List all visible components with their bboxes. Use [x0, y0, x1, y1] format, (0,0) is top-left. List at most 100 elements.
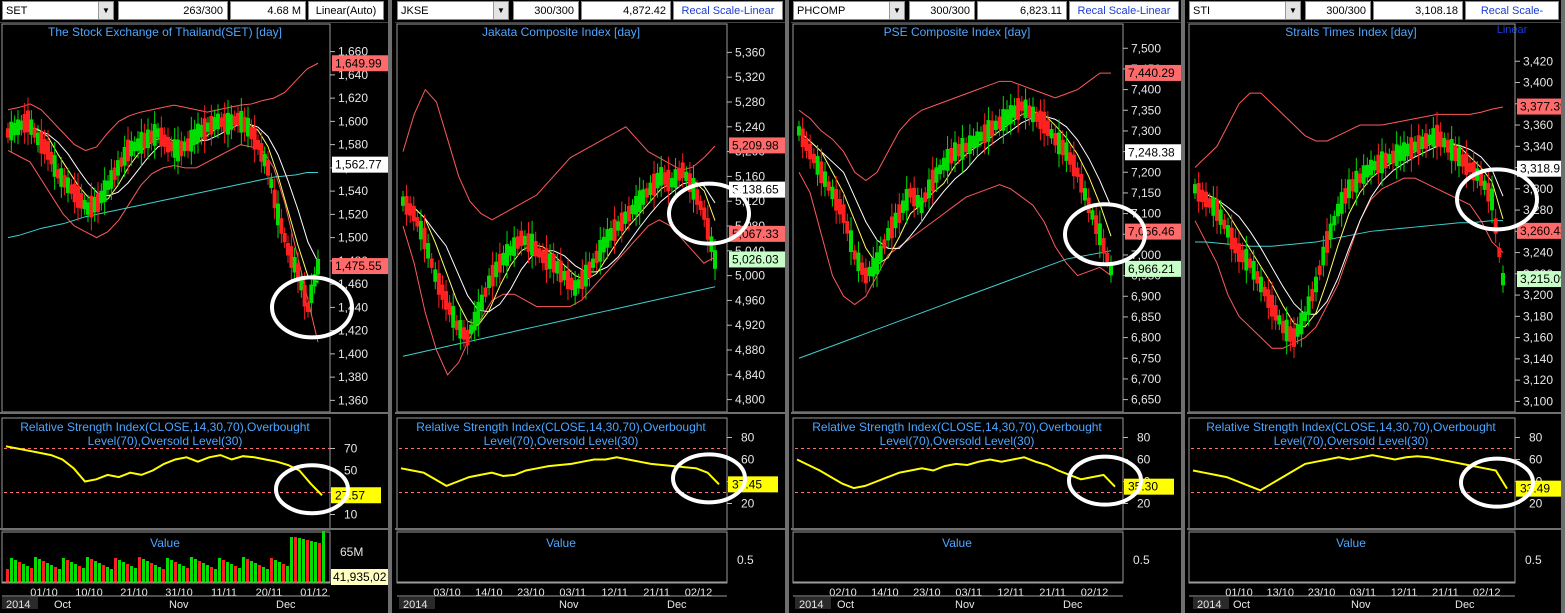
candle-up[interactable] — [938, 164, 943, 175]
candle-up[interactable] — [1339, 192, 1344, 214]
candle-up[interactable] — [1303, 311, 1307, 321]
candle-down[interactable] — [808, 143, 813, 160]
candle-down[interactable] — [1383, 152, 1388, 169]
candle-down[interactable] — [662, 172, 667, 185]
candle-down[interactable] — [677, 168, 682, 181]
candle-down[interactable] — [1045, 120, 1050, 136]
candle-up[interactable] — [960, 137, 965, 160]
candle-up[interactable] — [797, 126, 801, 136]
candle-down[interactable] — [497, 253, 502, 273]
candle-up[interactable] — [605, 229, 610, 248]
candle-up[interactable] — [1306, 296, 1311, 316]
candle-down[interactable] — [834, 188, 839, 211]
candle-up[interactable] — [1284, 319, 1289, 342]
candle-up[interactable] — [623, 211, 628, 224]
candle-up[interactable] — [1431, 128, 1436, 147]
candle-down[interactable] — [612, 219, 617, 241]
pane-divider[interactable] — [395, 528, 785, 530]
candle-up[interactable] — [1277, 315, 1282, 325]
candle-up[interactable] — [1501, 272, 1505, 286]
candle-down[interactable] — [266, 160, 270, 176]
candle-down[interactable] — [436, 273, 441, 295]
candle-up[interactable] — [934, 167, 939, 183]
candle-down[interactable] — [526, 233, 531, 252]
candle-up[interactable] — [941, 157, 946, 171]
candle-down[interactable] — [897, 204, 902, 223]
candle-up[interactable] — [472, 311, 477, 331]
candle-down[interactable] — [440, 284, 445, 300]
candle-down[interactable] — [908, 188, 913, 198]
candle-down[interactable] — [1101, 238, 1106, 254]
candle-down[interactable] — [1438, 131, 1443, 147]
candle-down[interactable] — [1094, 215, 1099, 234]
pane-divider[interactable] — [1187, 528, 1561, 530]
candle-down[interactable] — [1027, 105, 1032, 118]
candle-down[interactable] — [483, 287, 488, 297]
candle-up[interactable] — [867, 266, 872, 277]
candle-up[interactable] — [979, 131, 983, 142]
candle-up[interactable] — [1226, 225, 1230, 238]
candle-down[interactable] — [1237, 243, 1241, 262]
candle-up[interactable] — [494, 261, 499, 278]
candle-up[interactable] — [904, 188, 909, 211]
candle-down[interactable] — [282, 232, 287, 243]
candle-up[interactable] — [479, 294, 484, 311]
candle-up[interactable] — [1332, 216, 1337, 226]
candle-up[interactable] — [601, 236, 606, 253]
candle-down[interactable] — [644, 188, 649, 198]
candle-up[interactable] — [1244, 248, 1249, 271]
candle-down[interactable] — [1196, 183, 1201, 202]
candle-up[interactable] — [269, 178, 274, 189]
candle-down[interactable] — [819, 161, 824, 184]
candle-down[interactable] — [841, 204, 846, 223]
candle-up[interactable] — [476, 301, 481, 324]
candle-down[interactable] — [454, 320, 459, 330]
chart-canvas[interactable]: 7,5007,4507,4007,3507,3007,2507,2007,150… — [791, 0, 1181, 613]
candle-down[interactable] — [415, 217, 420, 227]
candle-up[interactable] — [1420, 136, 1425, 149]
candle-down[interactable] — [652, 173, 657, 196]
candle-up[interactable] — [655, 172, 660, 189]
candle-down[interactable] — [411, 205, 416, 222]
candle-down[interactable] — [1215, 199, 1219, 221]
candle-down[interactable] — [580, 270, 585, 290]
candle-down[interactable] — [1468, 162, 1472, 173]
candle-down[interactable] — [444, 291, 449, 310]
candle-down[interactable] — [1240, 249, 1245, 263]
candle-down[interactable] — [279, 218, 284, 234]
candle-up[interactable] — [1299, 312, 1304, 335]
candle-up[interactable] — [1347, 179, 1351, 199]
candle-down[interactable] — [519, 230, 524, 247]
candle-down[interactable] — [1376, 154, 1381, 174]
candle-up[interactable] — [915, 195, 920, 208]
candle-down[interactable] — [882, 239, 887, 249]
candle-up[interactable] — [975, 131, 980, 147]
candle-down[interactable] — [1288, 326, 1293, 342]
candle-down[interactable] — [515, 236, 520, 249]
candle-up[interactable] — [1372, 161, 1377, 171]
candle-up[interactable] — [426, 243, 431, 259]
candle-down[interactable] — [619, 212, 624, 232]
candle-up[interactable] — [823, 171, 827, 187]
chart-panel-sti[interactable]: STI ▼ 300/300 3,108.18 Recal Scale-Linear 3,4… — [1187, 0, 1565, 613]
candle-up[interactable] — [634, 196, 639, 215]
candle-down[interactable] — [1358, 173, 1362, 183]
candle-up[interactable] — [1259, 276, 1263, 293]
candle-up[interactable] — [418, 220, 423, 240]
candle-down[interactable] — [1222, 219, 1227, 229]
candle-down[interactable] — [964, 142, 969, 153]
candle-up[interactable] — [512, 237, 517, 256]
candle-up[interactable] — [1012, 105, 1017, 118]
candle-up[interactable] — [1005, 109, 1009, 125]
candle-up[interactable] — [1354, 170, 1359, 193]
candle-down[interactable] — [1273, 305, 1278, 321]
candle-down[interactable] — [852, 250, 857, 260]
chart-canvas[interactable]: 3,4203,4003,3803,3603,3403,3203,3003,280… — [1187, 0, 1561, 613]
candle-down[interactable] — [1060, 139, 1065, 156]
candle-up[interactable] — [1365, 164, 1370, 178]
candle-down[interactable] — [837, 198, 842, 215]
candle-down[interactable] — [1453, 145, 1458, 162]
candle-up[interactable] — [830, 186, 835, 200]
candle-up[interactable] — [1218, 209, 1223, 225]
candle-up[interactable] — [893, 212, 898, 229]
